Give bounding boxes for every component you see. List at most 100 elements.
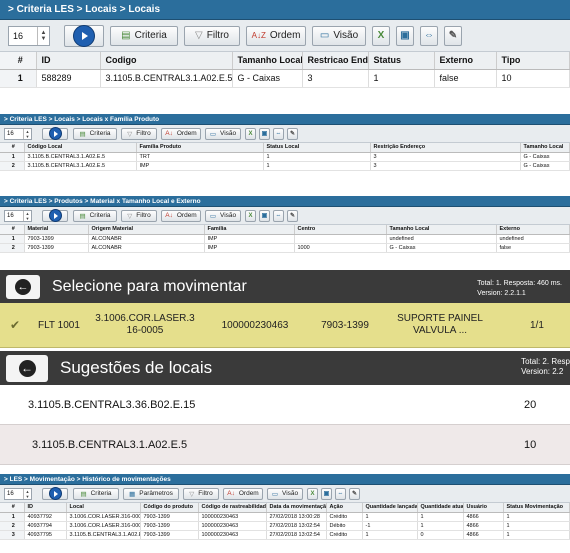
col-header[interactable]: Usuário: [463, 503, 504, 513]
col-header[interactable]: #: [0, 225, 25, 235]
ordem-button[interactable]: A↓ Ordem: [161, 127, 201, 140]
filtro-button[interactable]: ▽ Filtro: [121, 209, 157, 222]
filtro-button[interactable]: ▽ Filtro: [183, 487, 219, 500]
cell: 3.1105.B.CENTRAL3.1.A02.E.5: [100, 69, 233, 88]
spinner-arrows-icon[interactable]: ▲ ▼: [37, 26, 49, 45]
visao-button[interactable]: ▭ Visão: [267, 487, 303, 500]
table-row[interactable]: 2 3.1105.B.CENTRAL3.1.A02.E.5 IMP 1 3 G …: [0, 161, 570, 171]
expand-icon[interactable]: ⇔: [273, 127, 284, 140]
export-excel-icon[interactable]: X: [372, 25, 390, 46]
expand-icon[interactable]: ⇔: [335, 487, 346, 500]
col-header[interactable]: #: [0, 143, 25, 153]
filtro-button[interactable]: ▽ Filtro: [121, 127, 157, 140]
col-header[interactable]: ID: [24, 503, 67, 513]
toolbar: 16 ▲ ▼ ▤ Criteria ▽ Filtro A↓ Ordem ▭ Visão X…: [0, 125, 570, 143]
expand-icon[interactable]: ⇔: [273, 209, 284, 222]
ordem-button[interactable]: A↓ Ordem: [161, 209, 201, 222]
col-header[interactable]: Código Local: [24, 143, 137, 153]
col-header[interactable]: Tipo: [496, 52, 570, 70]
settings-icon[interactable]: ✎: [444, 25, 462, 46]
save-icon[interactable]: ▣: [321, 487, 332, 500]
save-icon[interactable]: ▣: [259, 209, 270, 222]
col-header[interactable]: Tamanho Local: [232, 52, 303, 70]
visao-button[interactable]: ▭ Visão: [312, 25, 366, 46]
col-header[interactable]: Familia: [204, 225, 295, 235]
page-size-spinner[interactable]: 16 ▲ ▼: [4, 127, 32, 140]
col-header[interactable]: Ação: [326, 503, 363, 513]
cell: Débito: [326, 521, 363, 531]
table-row[interactable]: 1 7903-1399 ALCONABR IMP undefined undef…: [0, 234, 570, 244]
spinner-arrows-icon[interactable]: ▲ ▼: [23, 488, 31, 499]
visao-label: Visão: [282, 490, 299, 497]
ordem-label: Ordem: [176, 130, 197, 137]
criteria-button[interactable]: ▤ Criteria: [73, 127, 117, 140]
table-row[interactable]: 1 588289 3.1105.B.CENTRAL3.1.A02.E.5 G -…: [0, 69, 570, 88]
col-header[interactable]: Centro: [294, 225, 387, 235]
export-excel-icon[interactable]: X: [307, 487, 318, 500]
col-header[interactable]: Status Local: [263, 143, 371, 153]
col-header[interactable]: #: [0, 52, 37, 70]
selected-item-row[interactable]: ✔ FLT 1001 3.1006.COR.LASER.3 16-0005 10…: [0, 303, 570, 348]
col-header[interactable]: Origem Material: [88, 225, 205, 235]
run-button[interactable]: [42, 127, 68, 140]
col-header[interactable]: Externo: [434, 52, 497, 70]
col-header[interactable]: Código de rastreabilidade: [198, 503, 267, 513]
export-excel-icon[interactable]: X: [245, 209, 256, 222]
visao-button[interactable]: ▭ Visão: [205, 127, 241, 140]
page-size-spinner[interactable]: 16 ▲ ▼: [4, 487, 32, 500]
col-header[interactable]: Restrição Endereço: [370, 143, 521, 153]
list-item[interactable]: 3.1105.B.CENTRAL3.36.B02.E.15 20: [0, 385, 570, 425]
col-header[interactable]: Data da movimentação: [266, 503, 327, 513]
sugestoes-header: ← Sugestões de locais Total: 2. Resp Ver…: [0, 351, 570, 385]
col-header[interactable]: Externo: [496, 225, 570, 235]
col-header[interactable]: Status Movimentação: [503, 503, 570, 513]
table-row[interactable]: 2 40937794 3.1006.COR.LASER.316-0005 790…: [0, 521, 570, 531]
export-excel-icon[interactable]: X: [245, 127, 256, 140]
run-button[interactable]: [42, 487, 68, 500]
cell: G - Caixas: [520, 152, 570, 162]
expand-icon[interactable]: ⇔: [420, 25, 438, 46]
col-header[interactable]: Status: [368, 52, 435, 70]
col-header[interactable]: Quantidade atual: [417, 503, 464, 513]
col-header[interactable]: ID: [36, 52, 101, 70]
back-button[interactable]: ←: [6, 354, 48, 382]
criteria-icon: ▤: [79, 212, 86, 220]
ordem-button[interactable]: A↓Z Ordem: [246, 25, 306, 46]
col-header[interactable]: Quantidade lançada: [362, 503, 418, 513]
col-header[interactable]: Codigo: [100, 52, 233, 70]
col-header[interactable]: Família Produto: [136, 143, 264, 153]
table-row[interactable]: 1 40937792 3.1006.COR.LASER.316-0005 790…: [0, 512, 570, 522]
col-header[interactable]: Material: [24, 225, 89, 235]
col-header[interactable]: Código do produto: [140, 503, 199, 513]
col-header[interactable]: Local: [66, 503, 141, 513]
criteria-button[interactable]: ▤ Criteria: [73, 487, 119, 500]
parametros-button[interactable]: ▦ Parâmetros: [123, 487, 179, 500]
run-button[interactable]: [42, 209, 68, 222]
back-button[interactable]: ←: [6, 274, 40, 299]
page-size-spinner[interactable]: 16 ▲ ▼: [8, 25, 50, 46]
criteria-button[interactable]: ▤ Criteria: [110, 25, 178, 46]
visao-button[interactable]: ▭ Visão: [205, 209, 241, 222]
table-row[interactable]: 1 3.1105.B.CENTRAL3.1.A02.E.5 TRT 1 3 G …: [0, 152, 570, 162]
col-header[interactable]: #: [0, 503, 25, 513]
col-header[interactable]: Tamanho Local: [520, 143, 570, 153]
col-header[interactable]: Restricao End: [302, 52, 369, 70]
status-total: Total: 2. Resp: [521, 357, 570, 366]
save-icon[interactable]: ▣: [259, 127, 270, 140]
settings-icon[interactable]: ✎: [287, 127, 298, 140]
table-row[interactable]: 3 40937795 3.1105.B.CENTRAL3.1.A02.E.5 7…: [0, 530, 570, 540]
settings-icon[interactable]: ✎: [287, 209, 298, 222]
criteria-button[interactable]: ▤ Criteria: [73, 209, 117, 222]
save-icon[interactable]: ▣: [396, 25, 414, 46]
spinner-arrows-icon[interactable]: ▲ ▼: [23, 210, 31, 221]
cell: 1: [263, 152, 371, 162]
list-item[interactable]: 3.1105.B.CENTRAL3.1.A02.E.5 10: [0, 425, 570, 465]
spinner-arrows-icon[interactable]: ▲ ▼: [23, 128, 31, 139]
run-button[interactable]: [64, 24, 104, 47]
filtro-button[interactable]: ▽ Filtro: [184, 25, 240, 46]
settings-icon[interactable]: ✎: [349, 487, 360, 500]
col-header[interactable]: Tamanho Local: [386, 225, 497, 235]
page-size-spinner[interactable]: 16 ▲ ▼: [4, 209, 32, 222]
ordem-button[interactable]: A↓ Ordem: [223, 487, 263, 500]
table-row[interactable]: 2 7903-1399 ALCONABR IMP 1000 G - Caixas…: [0, 243, 570, 253]
